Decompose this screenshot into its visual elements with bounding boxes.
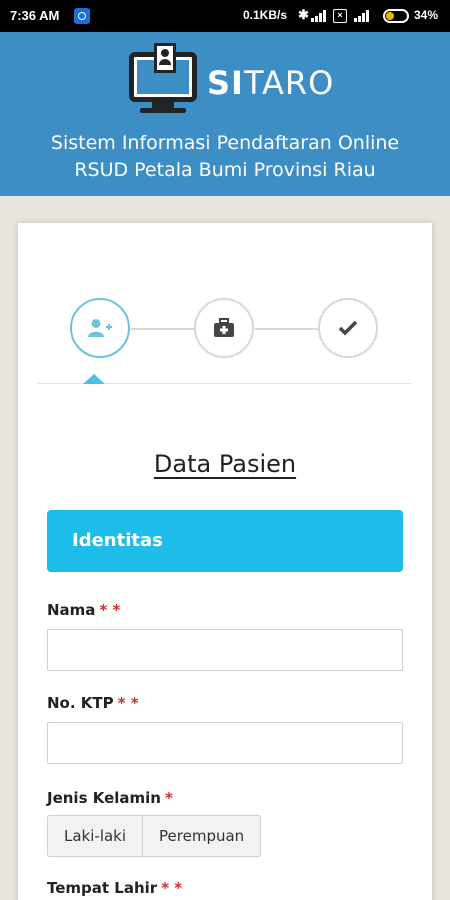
label-text: Nama	[47, 601, 96, 619]
label-text: Tempat Lahir	[47, 879, 158, 897]
sim-icon: ×	[333, 9, 347, 23]
monitor-icon	[129, 43, 197, 102]
status-time: 7:36 AM	[10, 8, 60, 23]
brand-bold: SI	[207, 64, 244, 102]
subtitle-line-2: RSUD Petala Bumi Provinsi Riau	[74, 159, 376, 181]
section-title: Data Pasien	[153, 450, 297, 478]
app-subtitle: Sistem Informasi Pendaftaran Online RSUD…	[0, 130, 450, 184]
gender-option-female[interactable]: Perempuan	[142, 816, 261, 856]
nama-input[interactable]	[47, 629, 403, 671]
signal-icon-2	[354, 10, 370, 22]
panel-heading: Identitas	[47, 510, 403, 572]
app-brand-name: SITARO	[207, 64, 334, 102]
field-label-nama: Nama * *	[47, 601, 120, 619]
field-label-ktp: No. KTP * *	[47, 694, 139, 712]
required-marker: *	[164, 789, 173, 807]
required-marker: * *	[117, 694, 139, 712]
required-marker: * *	[161, 879, 183, 897]
network-speed: 0.1KB/s	[243, 8, 288, 22]
active-step-pointer	[83, 374, 105, 384]
battery-icon	[383, 9, 409, 23]
brand-rest: TARO	[243, 64, 335, 102]
label-text: Jenis Kelamin	[47, 789, 161, 807]
battery-percent: 34%	[414, 8, 439, 22]
gender-option-male[interactable]: Laki-laki	[48, 816, 143, 856]
checkmark-icon	[338, 320, 358, 336]
field-label-jenis-kelamin: Jenis Kelamin *	[47, 789, 173, 807]
label-text: No. KTP	[47, 694, 114, 712]
bluetooth-icon: ✱	[298, 7, 309, 22]
app-header: SITARO Sistem Informasi Pendaftaran Onli…	[0, 32, 450, 196]
panel-title: Identitas	[72, 530, 163, 551]
app-notification-icon	[74, 8, 90, 24]
subtitle-line-1: Sistem Informasi Pendaftaran Online	[50, 132, 400, 154]
gender-button-group: Laki-laki Perempuan	[47, 815, 262, 857]
registration-form-card: Data Pasien Identitas Nama * * No. KTP * *…	[18, 223, 432, 900]
required-marker: * *	[99, 601, 121, 619]
signal-icon	[311, 10, 327, 22]
field-label-tempat-lahir: Tempat Lahir * *	[47, 879, 182, 897]
step-medical[interactable]	[194, 298, 254, 358]
status-bar: 7:36 AM 0.1KB/s ✱ × 34%	[0, 0, 450, 32]
add-user-icon	[88, 319, 112, 337]
step-confirmation[interactable]	[318, 298, 378, 358]
step-patient-data[interactable]	[70, 298, 130, 358]
medical-kit-icon	[214, 318, 234, 337]
ktp-input[interactable]	[47, 722, 403, 764]
step-connector	[255, 328, 319, 330]
step-connector	[131, 328, 195, 330]
